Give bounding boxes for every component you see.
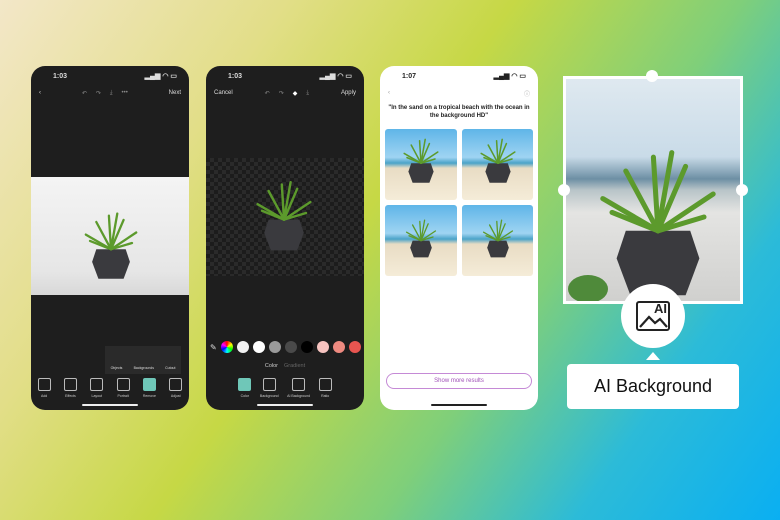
undo-icon[interactable]: ↶ <box>265 90 270 97</box>
eyedropper-icon[interactable]: ✎ <box>210 343 217 352</box>
status-icons: ▂▄▆ ◠ ▭ <box>493 73 526 80</box>
swatch-row: ✎ <box>210 341 361 353</box>
download-icon[interactable]: ⤓ <box>306 90 309 97</box>
popup-cutout[interactable]: Cutout <box>165 366 175 370</box>
result-image[interactable] <box>385 129 457 200</box>
status-icons: ▂▄▆ ◠ ▭ <box>144 73 177 80</box>
color-swatch[interactable] <box>284 341 297 353</box>
color-swatch[interactable] <box>268 341 281 353</box>
crop-handle-right[interactable] <box>736 184 748 196</box>
undo-icon[interactable]: ↶ <box>82 90 87 97</box>
back-button[interactable]: ‹ <box>39 90 41 96</box>
status-icons: ▂▄▆ ◠ ▭ <box>319 73 352 80</box>
info-icon[interactable]: ⓘ <box>524 89 530 98</box>
tool-effects[interactable]: Effects <box>63 378 77 398</box>
tool-adjust[interactable]: Adjust <box>169 378 183 398</box>
tool-layout[interactable]: Layout <box>90 378 104 398</box>
redo-icon[interactable]: ↷ <box>279 90 284 97</box>
download-icon[interactable]: ⤓ <box>110 90 113 97</box>
color-swatch[interactable] <box>236 341 249 353</box>
status-time: 1:03 <box>228 72 243 80</box>
color-swatch[interactable] <box>300 341 313 353</box>
show-more-button[interactable]: Show more results <box>386 373 532 389</box>
bottom-toolbar: Add Effects Layout Portrait Remove Adjus… <box>31 378 189 398</box>
phone-editor: 1:03 ▂▄▆ ◠ ▭ ‹ ↶ ↷ ⤓ ••• Next Objects Backgr… <box>31 66 189 410</box>
ai-result-preview <box>563 76 743 304</box>
result-image[interactable] <box>385 205 457 276</box>
result-image[interactable] <box>461 205 533 276</box>
status-time: 1:03 <box>53 72 68 80</box>
back-button[interactable]: ‹ <box>388 90 390 96</box>
bottom-toolbar: Color Background AI Background Ratio <box>206 378 364 398</box>
redo-icon[interactable]: ↷ <box>96 90 101 97</box>
home-indicator <box>431 404 487 406</box>
tool-portrait[interactable]: Portrait <box>116 378 130 398</box>
tab-gradient[interactable]: Gradient <box>284 363 305 369</box>
color-swatch[interactable] <box>332 341 345 353</box>
color-swatch[interactable] <box>348 341 361 353</box>
tool-remove[interactable]: Remove <box>143 378 156 398</box>
popup-backgrounds[interactable]: Backgrounds <box>134 366 154 370</box>
color-swatch[interactable] <box>316 341 329 353</box>
cancel-button[interactable]: Cancel <box>214 90 233 96</box>
eraser-icon[interactable]: ◆ <box>293 90 298 97</box>
result-grid <box>385 129 533 276</box>
more-icon[interactable]: ••• <box>122 90 128 97</box>
tool-ai-background[interactable]: AI Background <box>287 378 310 398</box>
next-button[interactable]: Next <box>169 90 181 96</box>
popup-objects[interactable]: Objects <box>111 366 123 370</box>
crop-handle-left[interactable] <box>558 184 570 196</box>
tab-color[interactable]: Color <box>265 363 278 369</box>
color-wheel-swatch[interactable] <box>220 341 233 353</box>
status-time: 1:07 <box>402 72 417 80</box>
phone-ai-results: 1:07 ▂▄▆ ◠ ▭ ‹ ⓘ "In the sand on a tropica… <box>380 66 538 410</box>
photo-canvas <box>31 177 189 295</box>
apply-button[interactable]: Apply <box>341 90 356 96</box>
tool-ratio[interactable]: Ratio <box>318 378 332 398</box>
ai-background-label: AI Background <box>567 364 739 409</box>
home-indicator <box>82 404 138 406</box>
transparent-canvas <box>206 158 364 276</box>
result-image[interactable] <box>461 129 533 200</box>
phone-background-editor: 1:03 ▂▄▆ ◠ ▭ Cancel ↶ ↷ ◆ ⤓ Apply ✎ Color Gra… <box>206 66 364 410</box>
remove-popup: Objects Backgrounds Cutout <box>105 346 181 374</box>
tool-add[interactable]: Add <box>37 378 51 398</box>
home-indicator <box>257 404 313 406</box>
ai-image-icon: AI <box>621 284 685 348</box>
tool-background[interactable]: Background <box>260 378 279 398</box>
prompt-text: "In the sand on a tropical beach with th… <box>388 105 530 120</box>
tool-color[interactable]: Color <box>238 378 252 398</box>
color-swatch[interactable] <box>252 341 265 353</box>
crop-handle-top[interactable] <box>646 70 658 82</box>
